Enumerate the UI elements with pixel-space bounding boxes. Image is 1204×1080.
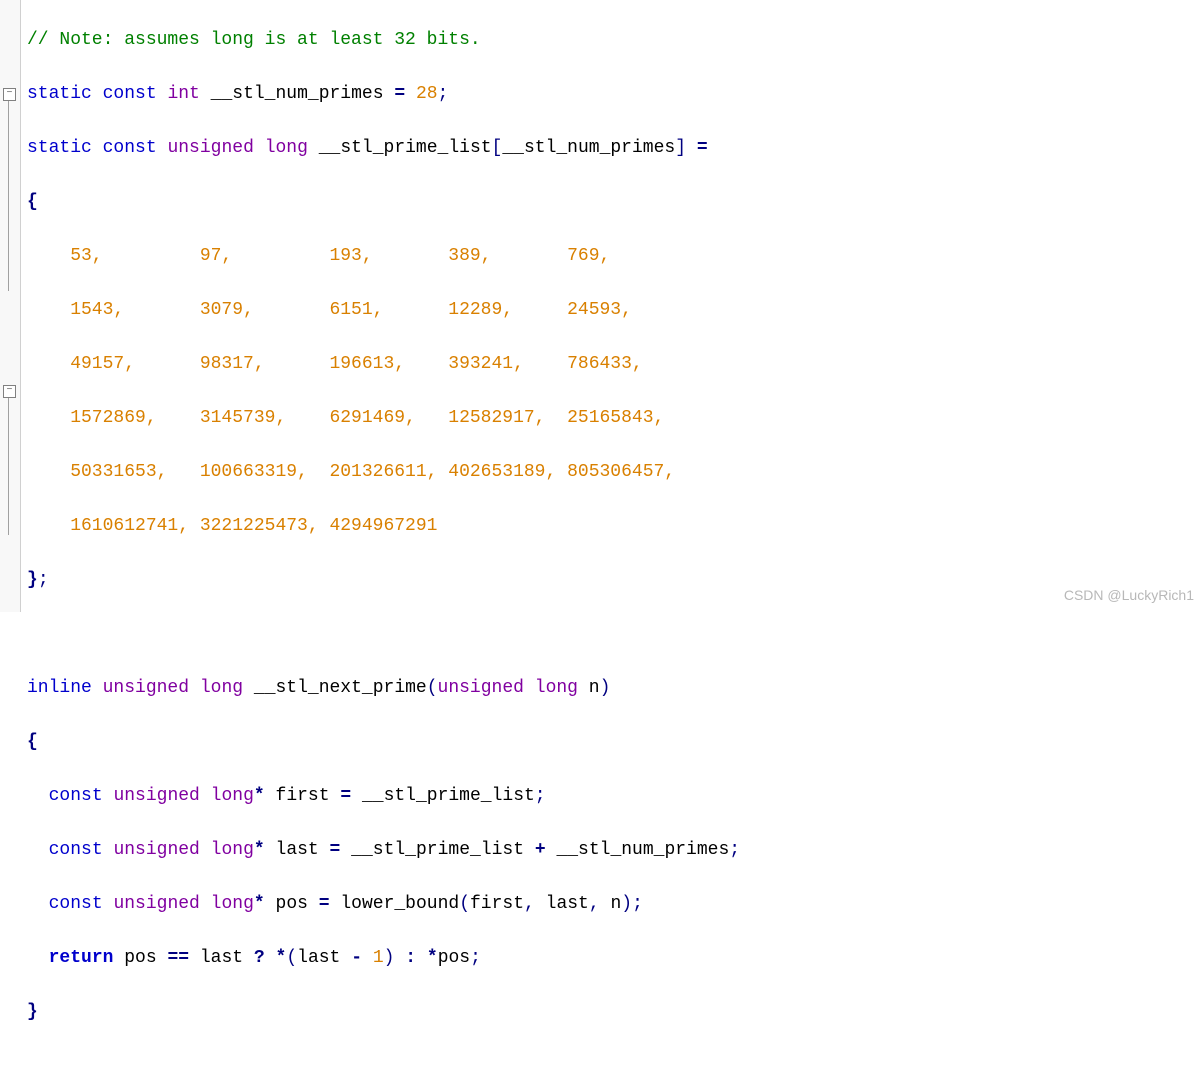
paren-close: ) xyxy=(621,894,632,914)
type-unsigned: unsigned xyxy=(113,894,199,914)
bracket-close: ] xyxy=(675,138,686,158)
var: last xyxy=(200,948,243,968)
watermark: CSDN @LuckyRich1 xyxy=(1064,585,1194,606)
comma: , xyxy=(524,894,535,914)
op-assign: = xyxy=(697,138,708,158)
type-unsigned: unsigned xyxy=(167,138,253,158)
op-assign: = xyxy=(330,840,341,860)
type-int: int xyxy=(167,84,199,104)
semicolon: ; xyxy=(38,570,49,590)
op-star: * xyxy=(254,786,265,806)
type-long: long xyxy=(211,894,254,914)
bracket-open: [ xyxy=(492,138,503,158)
brace-open: { xyxy=(27,192,38,212)
ident: __stl_prime_list xyxy=(319,138,492,158)
num: 1 xyxy=(373,948,384,968)
type-long: long xyxy=(535,678,578,698)
prime-row: 49157, 98317, 196613, 393241, 786433, xyxy=(27,354,643,374)
type-long: long xyxy=(211,840,254,860)
paren-open: ( xyxy=(459,894,470,914)
semicolon: ; xyxy=(729,840,740,860)
kw-const: const xyxy=(103,84,157,104)
type-unsigned: unsigned xyxy=(103,678,189,698)
kw-const: const xyxy=(103,138,157,158)
type-long: long xyxy=(200,678,243,698)
paren-close: ) xyxy=(384,948,395,968)
op-ternary-c: : xyxy=(405,948,416,968)
semicolon: ; xyxy=(535,786,546,806)
op-star: * xyxy=(254,894,265,914)
type-unsigned: unsigned xyxy=(113,786,199,806)
brace-close: } xyxy=(27,1002,38,1022)
kw-static: static xyxy=(27,84,92,104)
paren-open: ( xyxy=(427,678,438,698)
brace-close: } xyxy=(27,570,38,590)
prime-row: 50331653, 100663319, 201326611, 40265318… xyxy=(27,462,675,482)
op-assign: = xyxy=(394,84,405,104)
ident: __stl_num_primes xyxy=(502,138,675,158)
type-unsigned: unsigned xyxy=(113,840,199,860)
op-eqeq: == xyxy=(167,948,189,968)
op-assign: = xyxy=(319,894,330,914)
paren-open: ( xyxy=(286,948,297,968)
var: pos xyxy=(124,948,156,968)
fold-guide xyxy=(8,101,9,291)
func-name: __stl_next_prime xyxy=(254,678,427,698)
op-star: * xyxy=(254,840,265,860)
var: pos xyxy=(276,894,308,914)
code-editor: − − // Note: assumes long is at least 32… xyxy=(0,0,1204,612)
arg: last xyxy=(546,894,589,914)
var: last xyxy=(276,840,319,860)
fold-toggle[interactable]: − xyxy=(3,88,16,101)
op-deref: * xyxy=(276,948,287,968)
semicolon: ; xyxy=(470,948,481,968)
fold-gutter: − − xyxy=(0,0,21,612)
ident: __stl_prime_list xyxy=(362,786,535,806)
func-call: lower_bound xyxy=(340,894,459,914)
prime-row: 1543, 3079, 6151, 12289, 24593, xyxy=(27,300,632,320)
prime-row: 1572869, 3145739, 6291469, 12582917, 251… xyxy=(27,408,664,428)
fold-toggle[interactable]: − xyxy=(3,385,16,398)
kw-static: static xyxy=(27,138,92,158)
ident: __stl_prime_list xyxy=(351,840,524,860)
var: pos xyxy=(438,948,470,968)
op-minus: - xyxy=(351,948,362,968)
ident: __stl_num_primes xyxy=(556,840,729,860)
arg: first xyxy=(470,894,524,914)
code-comment: // Note: assumes long is at least 32 bit… xyxy=(27,30,481,50)
semicolon: ; xyxy=(438,84,449,104)
op-deref: * xyxy=(427,948,438,968)
semicolon: ; xyxy=(632,894,643,914)
comma: , xyxy=(589,894,600,914)
var: first xyxy=(276,786,330,806)
arg: n xyxy=(610,894,621,914)
type-long: long xyxy=(265,138,308,158)
type-unsigned: unsigned xyxy=(438,678,524,698)
kw-inline: inline xyxy=(27,678,92,698)
param: n xyxy=(589,678,600,698)
op-ternary-q: ? xyxy=(254,948,265,968)
brace-open: { xyxy=(27,732,38,752)
kw-const: const xyxy=(49,786,103,806)
num: 28 xyxy=(416,84,438,104)
type-long: long xyxy=(211,786,254,806)
prime-row: 1610612741, 3221225473, 4294967291 xyxy=(27,516,437,536)
paren-close: ) xyxy=(600,678,611,698)
kw-const: const xyxy=(49,894,103,914)
op-assign: = xyxy=(340,786,351,806)
op-plus: + xyxy=(535,840,546,860)
code-content: // Note: assumes long is at least 32 bit… xyxy=(21,0,740,612)
prime-row: 53, 97, 193, 389, 769, xyxy=(27,246,610,266)
var: last xyxy=(297,948,340,968)
kw-const: const xyxy=(49,840,103,860)
fold-guide xyxy=(8,398,9,535)
ident: __stl_num_primes xyxy=(211,84,384,104)
kw-return: return xyxy=(49,948,114,968)
